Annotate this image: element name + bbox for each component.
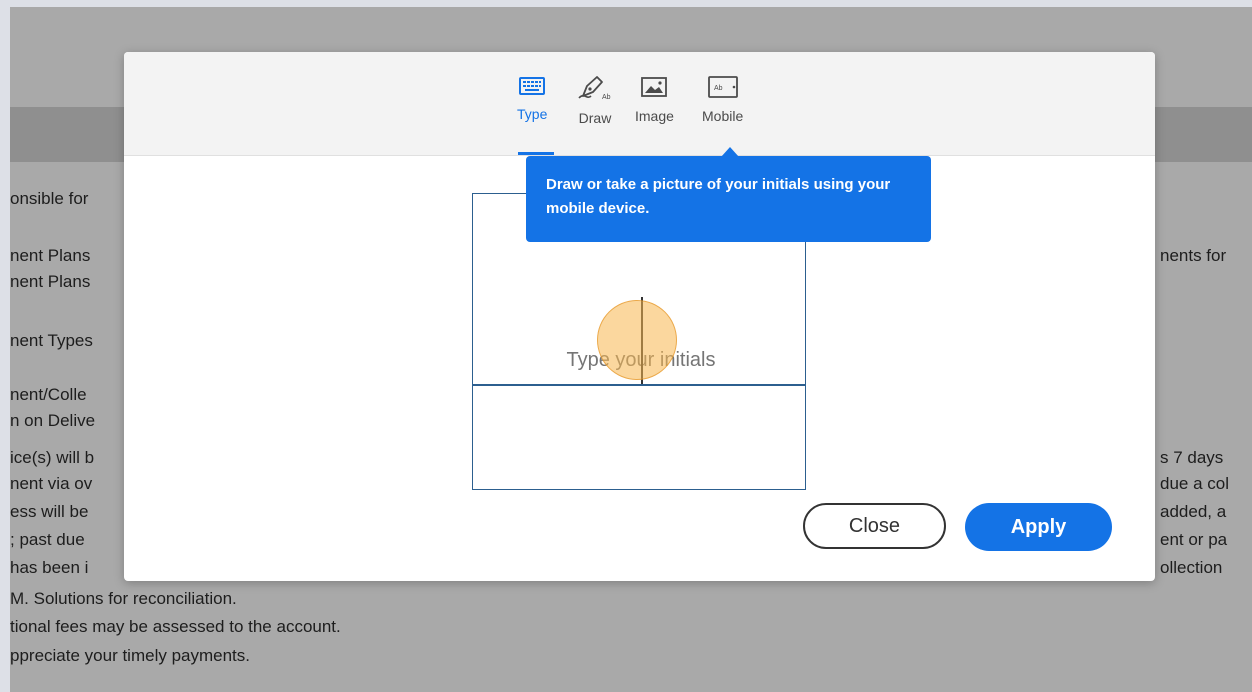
doc-text-line: ppreciate your timely payments. (10, 646, 250, 665)
tab-image[interactable]: Image (635, 74, 674, 124)
active-tab-indicator (518, 152, 554, 155)
doc-text-line: tional fees may be assessed to the accou… (10, 617, 341, 636)
doc-text-line: ent or pa (1160, 530, 1228, 549)
mobile-device-icon: Ab (707, 76, 738, 98)
keyboard-icon (519, 77, 546, 95)
svg-text:Ab: Ab (602, 94, 611, 101)
doc-text-line: nents for (1160, 246, 1227, 265)
doc-text-line: ollection (1160, 558, 1223, 577)
close-button[interactable]: Close (803, 503, 946, 549)
doc-text-line: ice(s) will b (10, 448, 95, 467)
doc-text-line: nent Types (10, 331, 93, 350)
initials-dialog: Type Ab Draw Image Ab Mobile Type your i… (124, 52, 1155, 581)
doc-text-line: nent Plans (10, 272, 91, 291)
doc-text-line: due a col (1160, 474, 1229, 493)
tab-mobile-label: Mobile (702, 108, 744, 124)
tab-draw[interactable]: Ab Draw (575, 74, 615, 126)
svg-text:Ab: Ab (714, 85, 723, 92)
signature-baseline (473, 384, 805, 386)
doc-text-line: ; past due (10, 530, 85, 549)
doc-text-line: ess will be (10, 502, 89, 521)
doc-text-line: nent Plans (10, 246, 91, 265)
tab-draw-label: Draw (578, 110, 612, 126)
mobile-tooltip-text: Draw or take a picture of your initials … (546, 176, 891, 217)
doc-text-line: onsible for (10, 189, 89, 208)
doc-text-line: n on Delive (10, 411, 96, 430)
pen-icon: Ab (578, 76, 611, 101)
tab-type-label: Type (517, 106, 548, 122)
tab-image-label: Image (635, 108, 674, 124)
image-icon (641, 77, 668, 97)
apply-button[interactable]: Apply (965, 503, 1112, 551)
doc-text-line: has been i (10, 558, 89, 577)
signature-mode-toolbar: Type Ab Draw Image Ab Mobile (124, 52, 1155, 156)
doc-text-line: M. Solutions for reconciliation. (10, 589, 237, 608)
tab-mobile[interactable]: Ab Mobile (702, 74, 743, 124)
doc-text-line: nent via ov (10, 474, 93, 493)
tab-type[interactable]: Type (517, 74, 547, 122)
mobile-tooltip: Draw or take a picture of your initials … (526, 156, 931, 242)
click-indicator (597, 300, 677, 380)
doc-text-line: nent/Colle (10, 385, 87, 404)
doc-text-line: added, a (1160, 502, 1227, 521)
doc-text-line: s 7 days (1160, 448, 1224, 467)
